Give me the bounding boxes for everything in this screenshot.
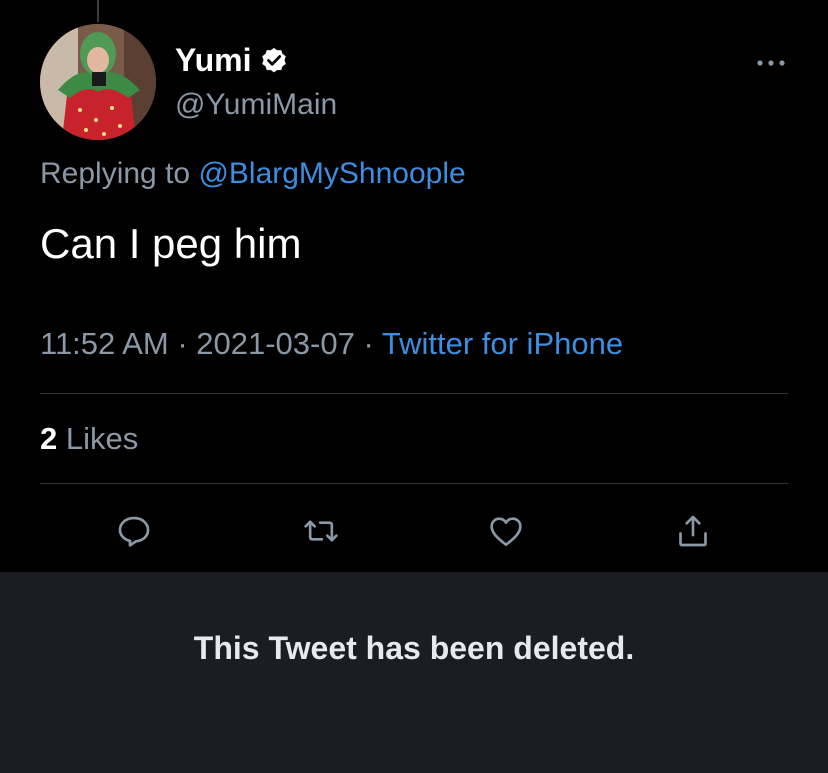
avatar[interactable]	[40, 24, 156, 140]
reply-icon	[118, 516, 150, 547]
tweet-metadata: 11:52 AM · 2021-03-07 · Twitter for iPho…	[40, 326, 623, 362]
author-display-name[interactable]: Yumi	[175, 42, 251, 79]
share-icon	[679, 515, 707, 547]
avatar-image	[40, 24, 156, 140]
divider	[40, 393, 788, 394]
tweet-source-link[interactable]: Twitter for iPhone	[382, 326, 623, 361]
reply-button[interactable]	[114, 511, 154, 551]
divider	[40, 483, 788, 484]
deleted-tweet-notice: This Tweet has been deleted.	[193, 630, 635, 666]
author-name[interactable]: Yumi	[175, 42, 289, 79]
meta-separator: ·	[363, 326, 374, 361]
thread-connector-line	[97, 0, 99, 22]
replying-to-line: Replying to @BlargMyShnoople	[40, 157, 466, 191]
meta-separator: ·	[177, 326, 188, 361]
deleted-tweet-panel: This Tweet has been deleted.	[0, 572, 828, 773]
verified-badge-icon	[259, 46, 289, 76]
like-heart-icon	[490, 517, 522, 546]
likes-count: 2	[40, 421, 58, 456]
retweet-button[interactable]	[301, 511, 341, 551]
replying-to-label: Replying to	[40, 157, 191, 190]
tweet-date: 2021-03-07	[196, 326, 355, 361]
more-options-icon[interactable]	[754, 56, 788, 70]
likes-label: Likes	[65, 421, 139, 456]
tweet-time: 11:52 AM	[40, 326, 169, 361]
tweet-text: Can I peg him	[40, 220, 302, 267]
share-button[interactable]	[673, 511, 713, 551]
retweet-icon	[304, 520, 338, 542]
replying-to-mention-link[interactable]: @BlargMyShnoople	[198, 157, 465, 190]
author-handle[interactable]: @YumiMain	[175, 88, 337, 122]
likes-stat[interactable]: 2 Likes	[40, 421, 138, 457]
like-button[interactable]	[486, 511, 526, 551]
